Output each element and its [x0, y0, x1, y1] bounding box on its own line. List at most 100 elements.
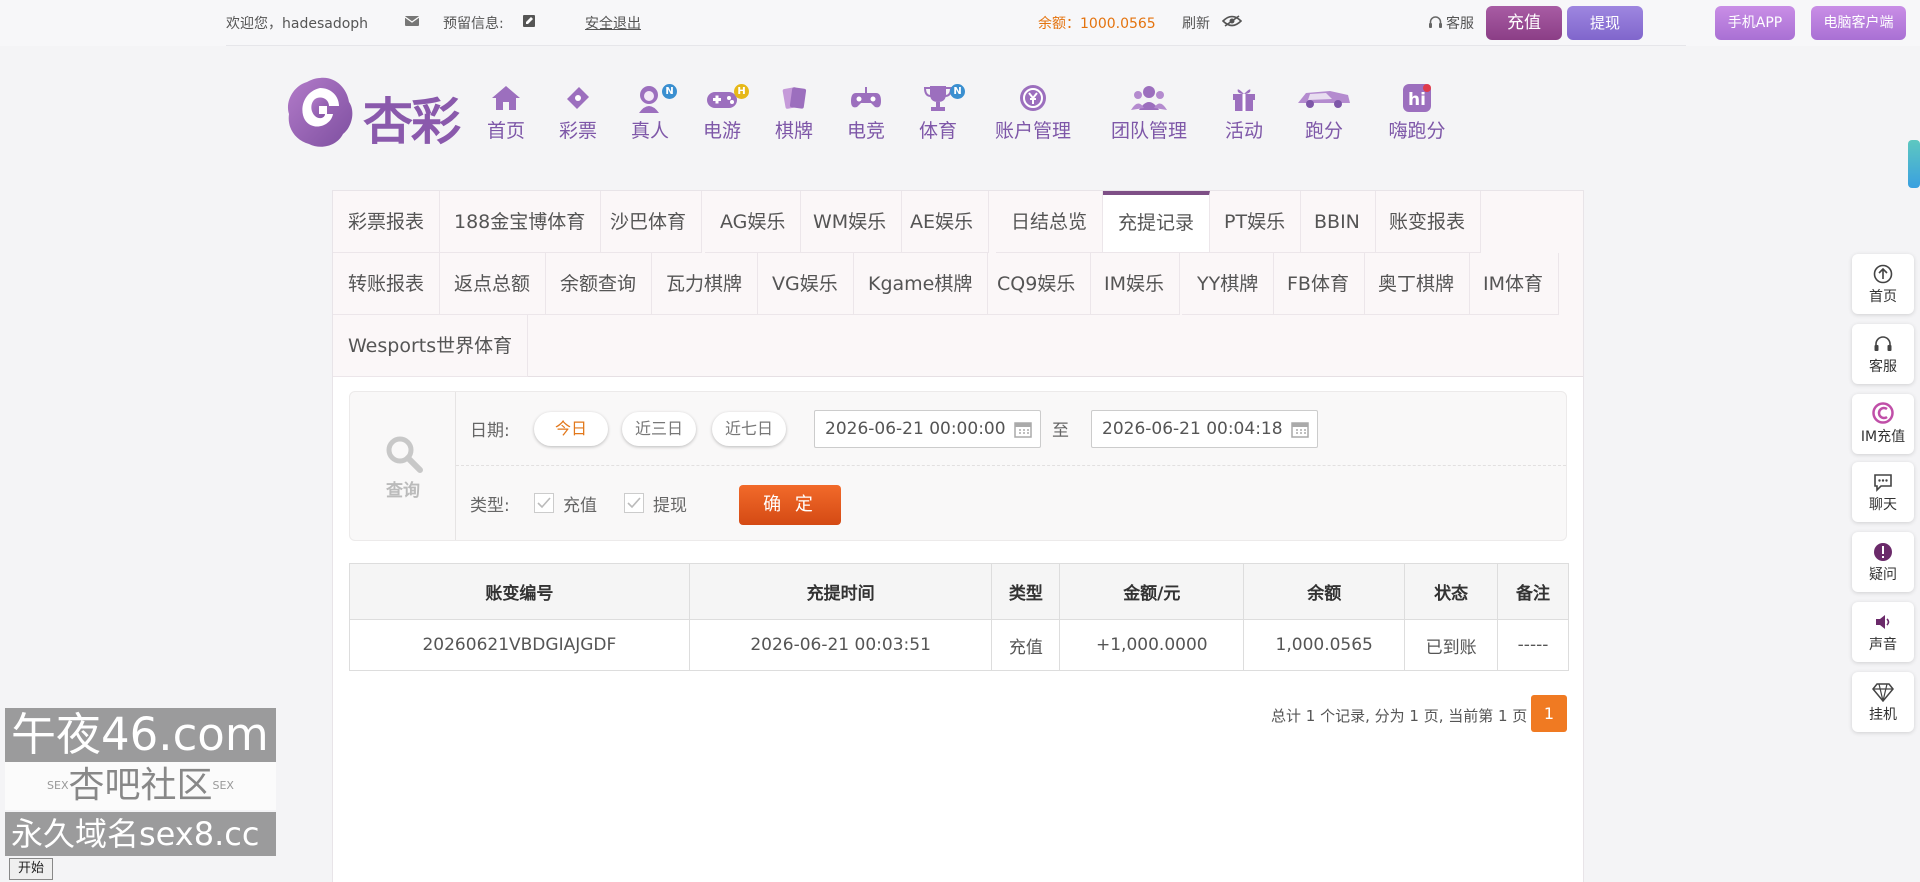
- report-panel: 彩票报表 188金宝博体育 沙巴体育 AG娱乐 WM娱乐 AE娱乐 日结总览 充…: [332, 190, 1584, 882]
- float-im-recharge[interactable]: IM充值: [1852, 394, 1914, 454]
- tab-rebate-total[interactable]: 返点总额: [439, 253, 547, 315]
- query-side: 查询: [350, 392, 456, 540]
- table-row: 20260621VBDGIAJGDF 2026-06-21 00:03:51 充…: [349, 619, 1569, 671]
- float-home[interactable]: 首页: [1852, 254, 1914, 314]
- float-question[interactable]: 疑问: [1852, 532, 1914, 592]
- calendar-icon[interactable]: [1014, 420, 1032, 438]
- tab-transfer-report[interactable]: 转账报表: [333, 253, 441, 315]
- float-service[interactable]: 客服: [1852, 324, 1914, 384]
- end-date-input[interactable]: 2026-06-21 00:04:18: [1091, 410, 1318, 448]
- tab-cq9[interactable]: CQ9娱乐: [982, 253, 1092, 315]
- refresh-label[interactable]: 刷新: [1182, 13, 1210, 33]
- tab-188-sports[interactable]: 188金宝博体育: [439, 191, 602, 253]
- confirm-button[interactable]: 确 定: [739, 485, 841, 525]
- trophy-icon: [923, 86, 953, 111]
- cell-status: 已到账: [1404, 619, 1499, 671]
- tab-vg[interactable]: VG娱乐: [757, 253, 854, 315]
- tab-im-sports[interactable]: IM体育: [1468, 253, 1559, 315]
- nav-item-live[interactable]: N 真人: [624, 82, 677, 142]
- headset-icon: [1874, 336, 1892, 351]
- watermark-line-1: 午夜46.com: [5, 708, 276, 762]
- tab-wali-chess[interactable]: 瓦力棋牌: [651, 253, 759, 315]
- col-header: 类型: [991, 563, 1061, 620]
- edit-icon[interactable]: [522, 15, 536, 27]
- nav-item-egame[interactable]: H 电游: [696, 82, 749, 142]
- nav-item-team[interactable]: 团队管理: [1106, 82, 1192, 142]
- tab-bbin[interactable]: BBIN: [1299, 191, 1376, 253]
- cell-note: -----: [1497, 619, 1569, 671]
- watermark-line-3: 永久域名sex8.cc: [5, 812, 276, 856]
- withdraw-checkbox-label: 提现: [653, 496, 687, 516]
- service-link[interactable]: 客服: [1446, 13, 1474, 33]
- start-button[interactable]: 开始: [9, 858, 53, 880]
- float-idle[interactable]: 挂机: [1852, 672, 1914, 732]
- nav-item-cards[interactable]: 棋牌: [768, 82, 820, 142]
- exclamation-circle-icon: [1874, 543, 1892, 561]
- withdraw-button[interactable]: 提现: [1567, 6, 1643, 40]
- tab-lottery-report[interactable]: 彩票报表: [333, 191, 441, 253]
- chip-last-3-days[interactable]: 近三日: [622, 412, 696, 446]
- tab-ae[interactable]: AE娱乐: [895, 191, 990, 253]
- home-icon: [492, 86, 520, 110]
- site-logo[interactable]: 杏彩: [283, 74, 473, 152]
- nav-label: 嗨跑分: [1388, 120, 1446, 142]
- tab-odin-chess[interactable]: 奥丁棋牌: [1363, 253, 1471, 315]
- mobile-app-button[interactable]: 手机APP: [1715, 6, 1795, 40]
- chip-today[interactable]: 今日: [534, 412, 608, 446]
- pc-client-button[interactable]: 电脑客户端: [1811, 6, 1906, 40]
- nav-item-lottery[interactable]: 彩票: [552, 82, 604, 142]
- tab-daily-overview[interactable]: 日结总览: [996, 191, 1104, 253]
- recharge-button[interactable]: 充值: [1486, 6, 1562, 40]
- tab-saba-sports[interactable]: 沙巴体育: [595, 191, 703, 253]
- tab-kgame-chess[interactable]: Kgame棋牌: [853, 253, 989, 315]
- nav-item-paofen[interactable]: 跑分: [1294, 82, 1354, 142]
- tab-fb-sports[interactable]: FB体育: [1272, 253, 1365, 315]
- calendar-icon[interactable]: [1291, 420, 1309, 438]
- svg-text:hi: hi: [1408, 90, 1426, 110]
- nav-item-sports[interactable]: N 体育: [912, 82, 965, 142]
- recharge-checkbox[interactable]: [534, 493, 554, 513]
- chat-bubble-icon: [1874, 474, 1892, 492]
- nav-item-home[interactable]: 首页: [480, 82, 532, 142]
- date-row: 日期: 今日 近三日 近七日 2026-06-21 00:00:00 至 202…: [456, 392, 1566, 466]
- tab-pt[interactable]: PT娱乐: [1209, 191, 1302, 253]
- nav-label: 电竞: [846, 120, 885, 142]
- logout-link[interactable]: 安全退出: [585, 13, 641, 33]
- watermark-deco: SEX: [212, 779, 234, 792]
- tab-wm[interactable]: WM娱乐: [798, 191, 903, 253]
- col-header: 余额: [1243, 563, 1406, 620]
- headset-icon[interactable]: [1429, 16, 1442, 28]
- chip-last-7-days[interactable]: 近七日: [712, 412, 786, 446]
- arrow-up-circle-icon: [1873, 264, 1893, 284]
- nav-item-activity[interactable]: 活动: [1218, 82, 1270, 142]
- nav-item-hi-paofen[interactable]: hi 嗨跑分: [1380, 82, 1454, 142]
- start-date-input[interactable]: 2026-06-21 00:00:00: [814, 410, 1041, 448]
- scrollbar-accent[interactable]: [1908, 140, 1920, 188]
- float-sound[interactable]: 声音: [1852, 602, 1914, 662]
- tab-balance-query[interactable]: 余额查询: [545, 253, 653, 315]
- eye-slash-icon[interactable]: [1222, 15, 1242, 27]
- float-chat[interactable]: 聊天: [1852, 462, 1914, 522]
- mail-icon[interactable]: [405, 15, 419, 27]
- tab-deposit-withdraw-records[interactable]: 充提记录: [1103, 191, 1211, 253]
- balance-text: 余额：1000.0565: [1038, 16, 1156, 32]
- float-label: 客服: [1869, 359, 1897, 375]
- watermark-deco: SEX: [47, 779, 69, 792]
- nav-label: 账户管理: [994, 120, 1071, 142]
- nav-item-account[interactable]: 账户管理: [990, 82, 1076, 142]
- top-bar-inner: 欢迎您，hadesadoph 预留信息: 安全退出 余额：1000.0565 刷…: [226, 0, 1906, 46]
- page-button-current[interactable]: 1: [1531, 695, 1567, 732]
- withdraw-checkbox[interactable]: [624, 493, 644, 513]
- col-header: 金额/元: [1059, 563, 1245, 620]
- gift-icon: [1233, 89, 1255, 111]
- tab-im[interactable]: IM娱乐: [1089, 253, 1180, 315]
- tab-wesports[interactable]: Wesports世界体育: [333, 315, 529, 377]
- float-label: 聊天: [1869, 497, 1897, 513]
- date-to-label: 至: [1052, 421, 1069, 441]
- tab-ag[interactable]: AG娱乐: [705, 191, 802, 253]
- nav-badge: N: [950, 84, 965, 99]
- account-coin-icon: [1020, 85, 1046, 111]
- nav-item-esports[interactable]: 电竞: [840, 82, 892, 142]
- tab-yy-chess[interactable]: YY棋牌: [1182, 253, 1275, 315]
- tab-account-change-report[interactable]: 账变报表: [1374, 191, 1482, 253]
